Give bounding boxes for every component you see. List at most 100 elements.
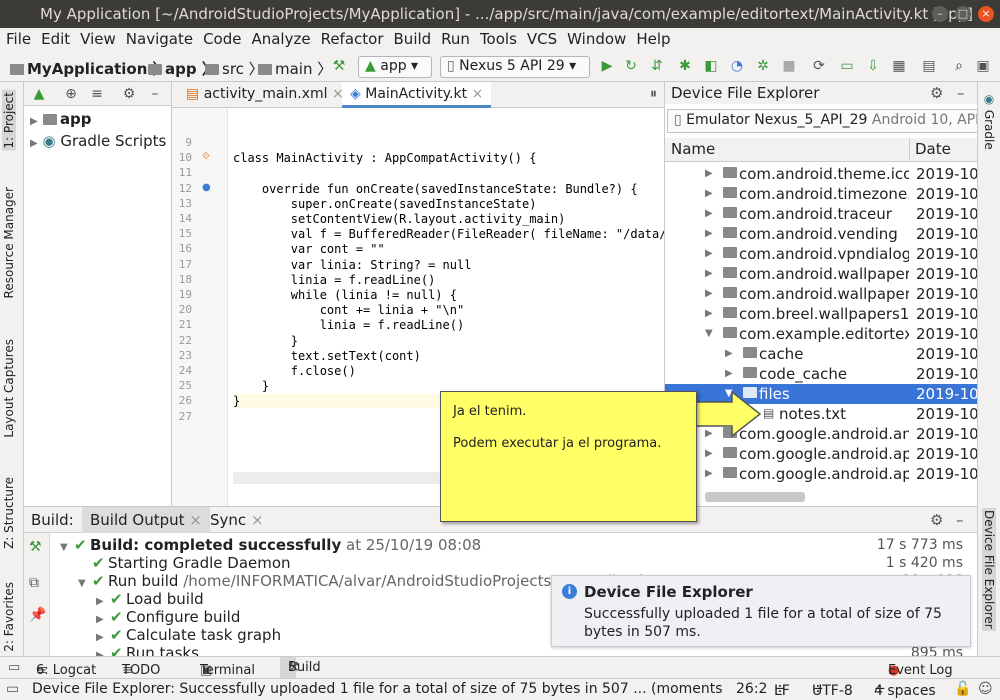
chevron-right-icon[interactable]: ▶ — [705, 288, 713, 299]
toolbar-more-icon[interactable]: ▣ — [974, 57, 992, 75]
tab-resource-manager[interactable]: Resource Manager — [2, 187, 16, 298]
file-row[interactable]: ▶ com.android.timezone.u 2019-10-2 — [665, 184, 978, 204]
file-row[interactable]: ▶ code_cache 2019-10-2 — [665, 364, 978, 384]
collapse-icon[interactable]: ≡ — [88, 85, 106, 103]
menu-run[interactable]: Run — [438, 28, 473, 50]
file-row[interactable]: ▶ com.google.android.app 2019-10-2 — [665, 464, 978, 484]
col-name[interactable]: Name — [671, 140, 715, 158]
menu-view[interactable]: View — [77, 28, 119, 50]
tab-layout-captures[interactable]: Layout Captures — [2, 339, 16, 438]
menu-tools[interactable]: Tools — [477, 28, 520, 50]
run-gutter-icon[interactable]: ⟐ — [202, 151, 210, 162]
file-row[interactable]: ▶ com.android.vpndialogs 2019-10-2 — [665, 244, 978, 264]
toggle-tool-windows-icon[interactable]: ▭ — [8, 660, 20, 675]
override-gutter-icon[interactable]: ● — [202, 182, 211, 193]
menu-analyze[interactable]: Analyze — [248, 28, 313, 50]
coverage-icon[interactable]: ◧ — [702, 57, 720, 75]
lock-icon[interactable]: 🔓 — [954, 681, 971, 697]
indent-setting[interactable]: 4 spaces ÷ — [874, 681, 936, 699]
inspector-icon[interactable]: ☺ — [978, 681, 993, 697]
layout-inspector-icon[interactable]: ▦ — [890, 57, 908, 75]
tab-favorites[interactable]: 2: Favorites — [2, 582, 16, 652]
sync-icon[interactable]: ⟳ — [810, 57, 828, 75]
tab-main-activity-kt[interactable]: ◈ MainActivity.kt × — [342, 82, 492, 108]
apply-code-icon[interactable]: ⇵ — [648, 57, 666, 75]
hammer-icon[interactable]: ⚒ — [29, 539, 42, 555]
chevron-right-icon[interactable]: ▶ — [705, 208, 713, 219]
hide-icon[interactable]: – — [956, 511, 964, 529]
chevron-right-icon[interactable]: ▶ — [96, 596, 110, 607]
col-date[interactable]: Date — [915, 140, 951, 158]
build-row[interactable]: ▶ ✔ Calculate task graph — [96, 626, 281, 644]
apply-changes-icon[interactable]: ↻ — [622, 57, 640, 75]
menu-build[interactable]: Build — [391, 28, 435, 50]
menu-navigate[interactable]: Navigate — [123, 28, 196, 50]
file-row[interactable]: ▶ com.android.vending 2019-10-2 — [665, 224, 978, 244]
chevron-right-icon[interactable]: ▶ — [725, 348, 733, 359]
build-row[interactable]: ▶ ✔ Configure build — [96, 608, 240, 626]
chevron-down-icon[interactable]: ▼ — [705, 328, 713, 339]
breadcrumb-main[interactable]: main 〉 — [258, 58, 332, 79]
menu-edit[interactable]: Edit — [38, 28, 73, 50]
tab-project[interactable]: 1: Project — [2, 90, 16, 151]
file-row[interactable]: ▶ com.android.wallpaper. 2019-10-2 — [665, 264, 978, 284]
tree-item-gradle-scripts[interactable]: ▶ ◉ Gradle Scripts — [30, 132, 166, 150]
horizontal-scrollbar[interactable] — [705, 492, 805, 502]
search-icon[interactable]: ⌕ — [950, 57, 968, 75]
chevron-right-icon[interactable]: ▶ — [705, 188, 713, 199]
close-button[interactable]: × — [978, 6, 994, 22]
notification-balloon[interactable]: i Device File Explorer Successfully uplo… — [551, 575, 971, 647]
toggle-view-icon[interactable]: ⧉ — [29, 575, 39, 591]
gear-icon[interactable]: ⚙ — [120, 85, 138, 103]
avd-manager-icon[interactable]: ▭ — [838, 57, 856, 75]
sdk-manager-icon[interactable]: ⇩ — [864, 57, 882, 75]
chevron-down-icon[interactable]: ▼ — [60, 542, 74, 553]
file-row[interactable]: ▶ com.android.theme.icon 2019-10-2 — [665, 164, 978, 184]
file-row[interactable]: ▼ com.example.editortext 2019-10-2 — [665, 324, 978, 344]
tree-item-app[interactable]: ▶ app — [30, 110, 92, 128]
breadcrumb-src[interactable]: src 〉 — [205, 58, 264, 79]
build-row[interactable]: ▶ ✔ Load build — [96, 590, 204, 608]
caret-position[interactable]: 26:2 — [736, 681, 767, 697]
breadcrumb-project[interactable]: MyApplication 〉 — [10, 58, 168, 79]
file-encoding[interactable]: UTF-8 ÷ — [812, 681, 853, 699]
menu-file[interactable]: File — [3, 28, 34, 50]
chevron-right-icon[interactable]: ▶ — [725, 368, 733, 379]
menu-code[interactable]: Code — [200, 28, 244, 50]
close-tab-icon[interactable]: × — [472, 86, 484, 102]
hide-icon[interactable]: – — [146, 85, 164, 103]
gear-icon[interactable]: ⚙ — [930, 511, 943, 529]
status-toggle-icon[interactable]: ▭ — [6, 681, 19, 697]
chevron-right-icon[interactable]: ▶ — [705, 168, 713, 179]
hide-icon[interactable]: – — [957, 84, 965, 102]
menu-vcs[interactable]: VCS — [524, 28, 560, 50]
chevron-right-icon[interactable]: ▶ — [96, 614, 110, 625]
device-select[interactable]: ▯ Nexus 5 API 29 ▾ — [440, 56, 590, 78]
minimize-button[interactable]: – — [932, 6, 948, 22]
menu-help[interactable]: Help — [633, 28, 673, 50]
file-row[interactable]: ▶ com.breel.wallpapers18 2019-10-2 — [665, 304, 978, 324]
tab-structure[interactable]: Z: Structure — [2, 477, 16, 549]
chevron-right-icon[interactable]: ▶ — [705, 448, 713, 459]
file-row[interactable]: ▶ com.google.android.app 2019-10-2 — [665, 444, 978, 464]
profile-icon[interactable]: ◔ — [728, 57, 746, 75]
tab-build[interactable]: ⚒ Build — [280, 657, 321, 678]
debug-icon[interactable]: ✱ — [676, 57, 694, 75]
attach-debugger-icon[interactable]: ✲ — [754, 57, 772, 75]
maximize-button[interactable]: □ — [955, 6, 971, 22]
locate-icon[interactable]: ⊕ — [62, 85, 80, 103]
tab-device-file-explorer[interactable]: Device File Explorer — [982, 508, 996, 631]
chevron-right-icon[interactable]: ▶ — [705, 468, 713, 479]
menu-window[interactable]: Window — [564, 28, 629, 50]
module-select[interactable]: ▲ app ▾ — [358, 56, 432, 78]
gear-icon[interactable]: ⚙ — [930, 84, 943, 102]
build-row[interactable]: ▼ ✔ Build: completed successfully at 25/10… — [60, 536, 481, 554]
file-row[interactable]: ▶ cache 2019-10-2 — [665, 344, 978, 364]
tab-build-output[interactable]: Build Output × — [82, 507, 210, 533]
hammer-icon[interactable]: ⚒ — [330, 57, 348, 75]
chevron-right-icon[interactable]: ▶ — [705, 308, 713, 319]
profiler-icon[interactable]: ▤ — [920, 57, 938, 75]
pin-icon[interactable]: 📌 — [29, 607, 46, 623]
run-icon[interactable]: ▶ — [598, 57, 616, 75]
chevron-right-icon[interactable]: ▶ — [705, 248, 713, 259]
